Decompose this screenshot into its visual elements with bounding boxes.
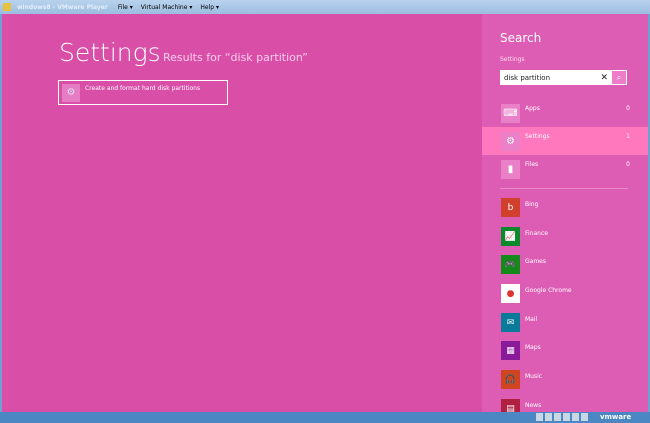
divider (500, 188, 628, 189)
vmware-logo-icon (3, 3, 11, 11)
finance-icon: 📈 (501, 227, 520, 246)
headphones-icon: 🎧 (501, 370, 520, 389)
search-pane: Search Settings disk partition ✕ ⌕ ⌨ App… (482, 14, 648, 412)
app-music[interactable]: 🎧 Music (501, 370, 542, 390)
vmware-brand: vmware (600, 413, 632, 421)
result-item[interactable]: ⚙ Create and format hard disk partitions (58, 80, 228, 105)
device-tray (536, 413, 588, 421)
search-scope: Settings (500, 56, 525, 63)
menu-file[interactable]: File ▾ (118, 4, 133, 11)
app-google-chrome[interactable]: ● Google Chrome (501, 284, 572, 304)
games-icon: 🎮 (501, 255, 520, 274)
maps-icon: ▦ (501, 341, 520, 360)
category-files[interactable]: ▮ Files 0 (482, 155, 648, 183)
category-apps[interactable]: ⌨ Apps 0 (482, 99, 648, 127)
network-icon[interactable] (563, 413, 570, 421)
page-title: Settings (59, 38, 161, 67)
vmware-status-bar: vmware (0, 412, 650, 423)
news-icon: ▤ (501, 399, 520, 412)
menu-virtual-machine[interactable]: Virtual Machine ▾ (141, 4, 193, 11)
search-icon[interactable]: ⌕ (612, 71, 626, 84)
app-games[interactable]: 🎮 Games (501, 255, 546, 275)
mail-icon: ✉ (501, 313, 520, 332)
chrome-icon: ● (501, 284, 520, 303)
disk-management-icon: ⚙ (62, 83, 80, 102)
floppy-icon[interactable] (554, 413, 561, 421)
hdd-icon[interactable] (536, 413, 543, 421)
app-bing[interactable]: b Bing (501, 198, 538, 218)
menu-help[interactable]: Help ▾ (200, 4, 219, 11)
title-bar: windows8 - VMware Player File ▾ Virtual … (0, 0, 650, 14)
gear-icon: ⚙ (501, 131, 520, 151)
search-pane-title: Search (500, 31, 542, 45)
file-icon: ▮ (501, 159, 520, 179)
app-maps[interactable]: ▦ Maps (501, 341, 541, 361)
clear-icon[interactable]: ✕ (600, 73, 608, 83)
keyboard-icon: ⌨ (501, 103, 520, 123)
printer-icon[interactable] (572, 413, 579, 421)
sound-icon[interactable] (581, 413, 588, 421)
app-finance[interactable]: 📈 Finance (501, 227, 548, 247)
window-title: windows8 - VMware Player (17, 3, 108, 11)
cdrom-icon[interactable] (545, 413, 552, 421)
vm-screen: Settings Results for “disk partition” ⚙ … (2, 14, 648, 412)
category-settings[interactable]: ⚙ Settings 1 (482, 127, 648, 155)
results-for-label: Results for “disk partition” (163, 51, 308, 64)
search-input[interactable]: disk partition ✕ ⌕ (500, 70, 627, 85)
app-mail[interactable]: ✉ Mail (501, 313, 537, 333)
app-news[interactable]: ▤ News (501, 399, 541, 412)
bing-icon: b (501, 198, 520, 217)
